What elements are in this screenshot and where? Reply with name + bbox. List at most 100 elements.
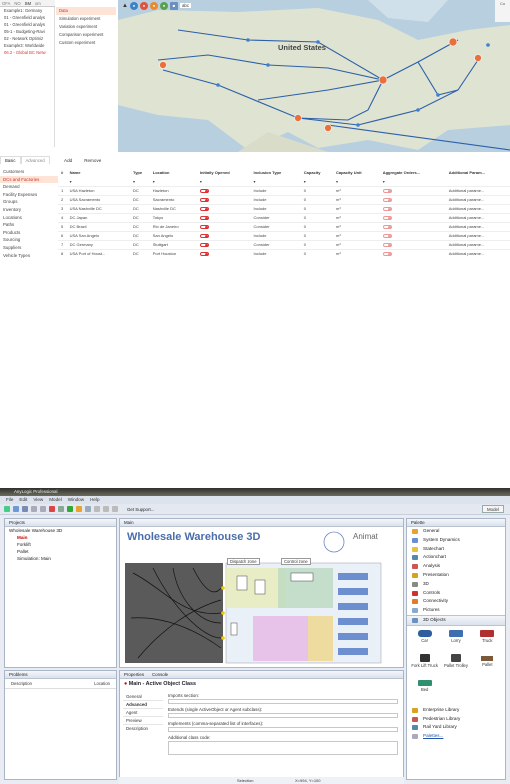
table-cell[interactable]: m³ bbox=[332, 212, 380, 222]
table-row[interactable]: 5 DC Brazil DC Rio de Janeiro Consider 0 m³ Add… bbox=[58, 221, 510, 231]
object-lorry[interactable]: Lorry bbox=[440, 629, 471, 653]
table-cell[interactable]: m³ bbox=[332, 203, 380, 213]
map-side-button[interactable]: Co bbox=[495, 0, 510, 22]
route-tool-icon[interactable]: ■ bbox=[169, 1, 178, 10]
enterprise-library[interactable]: Enterprise Library bbox=[407, 706, 505, 715]
col-header[interactable]: Location bbox=[150, 168, 197, 177]
table-cell[interactable]: DC bbox=[130, 185, 150, 195]
palette-tab[interactable]: Palette bbox=[407, 519, 505, 527]
undo-icon[interactable] bbox=[31, 506, 37, 512]
section-description[interactable]: Description bbox=[123, 725, 163, 732]
col-header[interactable]: # bbox=[58, 168, 67, 177]
table-cell[interactable]: USA Port of Houst... bbox=[66, 248, 131, 258]
palette-system-dynamics[interactable]: System Dynamics bbox=[407, 536, 505, 545]
additional-code-field[interactable] bbox=[168, 741, 398, 755]
initially-opened-toggle[interactable] bbox=[196, 221, 251, 231]
filter-icon[interactable]: ▾ bbox=[197, 177, 251, 186]
object-pallet-trolley[interactable]: Pallet Trolley bbox=[440, 654, 471, 678]
filter-icon[interactable]: ▾ bbox=[380, 177, 446, 186]
table-cell[interactable]: m³ bbox=[332, 239, 380, 249]
palette-controls[interactable]: Controls bbox=[407, 589, 505, 598]
initially-opened-toggle[interactable] bbox=[196, 230, 251, 240]
table-cell[interactable]: DC Brazil bbox=[66, 221, 131, 231]
tree-item-main[interactable]: Main bbox=[5, 534, 116, 541]
problems-col-description[interactable]: Description bbox=[11, 681, 32, 686]
experiment-item[interactable]: Variation experiment bbox=[56, 23, 116, 31]
aggregate-orders-toggle[interactable] bbox=[379, 212, 446, 222]
table-cell[interactable]: Additional parame... bbox=[445, 221, 510, 231]
toggle-switch[interactable] bbox=[382, 224, 392, 229]
supplier-tool-icon[interactable]: ● bbox=[159, 1, 168, 10]
table-cell[interactable]: 1 bbox=[58, 185, 67, 195]
scenario-item[interactable]: Example3: Worldwide bbox=[0, 42, 54, 49]
category-item[interactable]: Inventory bbox=[0, 206, 58, 214]
table-cell[interactable]: Tokyo bbox=[149, 212, 197, 222]
implements-field[interactable] bbox=[168, 727, 398, 732]
category-item[interactable]: Suppliers bbox=[0, 244, 58, 252]
initially-opened-toggle[interactable] bbox=[196, 212, 251, 222]
table-cell[interactable]: 4 bbox=[58, 212, 67, 222]
toggle-switch[interactable] bbox=[382, 197, 392, 202]
initially-opened-toggle[interactable] bbox=[196, 239, 251, 249]
section-preview[interactable]: Preview bbox=[123, 717, 163, 725]
object-car[interactable]: Car bbox=[409, 629, 440, 653]
projects-tab[interactable]: Projects bbox=[5, 519, 116, 527]
table-cell[interactable]: DC Germany bbox=[66, 239, 131, 249]
debug-icon[interactable] bbox=[76, 506, 82, 512]
delete-icon[interactable] bbox=[49, 506, 55, 512]
experiment-item[interactable]: Custom experiment bbox=[56, 39, 116, 47]
table-cell[interactable]: Rio de Janeiro bbox=[149, 221, 197, 231]
filter-icon[interactable]: ▾ bbox=[251, 177, 301, 186]
editor-canvas[interactable]: Wholesale Warehouse 3D Animat Dispatch z… bbox=[123, 528, 402, 666]
toggle-switch[interactable] bbox=[382, 242, 392, 247]
table-cell[interactable]: DC bbox=[130, 212, 150, 222]
col-header[interactable]: Inclusion Type bbox=[251, 168, 301, 177]
factory-tool-icon[interactable]: ● bbox=[149, 1, 158, 10]
col-header[interactable]: Additional Param... bbox=[446, 168, 510, 177]
filter-icon[interactable]: ▾ bbox=[150, 177, 197, 186]
object-pallet[interactable]: Pallet bbox=[472, 654, 503, 678]
extends-field[interactable] bbox=[168, 713, 398, 718]
tab-properties[interactable]: Properties bbox=[124, 671, 144, 678]
initially-opened-toggle[interactable] bbox=[196, 203, 251, 213]
menu-window[interactable]: Window bbox=[68, 496, 84, 504]
table-row[interactable]: 7 DC Germany DC Stuttgart Consider 0 m³ Additio… bbox=[58, 239, 510, 249]
problems-col-location[interactable]: Location bbox=[94, 681, 110, 686]
table-cell[interactable]: Additional parame... bbox=[445, 248, 510, 258]
menu-edit[interactable]: Edit bbox=[19, 496, 27, 504]
toggle-switch[interactable] bbox=[199, 233, 209, 238]
toggle-switch[interactable] bbox=[199, 224, 209, 229]
table-cell[interactable]: Consider bbox=[250, 239, 301, 249]
aggregate-orders-toggle[interactable] bbox=[379, 185, 446, 195]
col-header[interactable]: Name bbox=[67, 168, 130, 177]
table-row[interactable]: 4 DC Japan DC Tokyo Consider 0 m³ Additional pa… bbox=[58, 212, 510, 222]
add-button[interactable]: Add bbox=[64, 156, 72, 166]
table-cell[interactable]: Include bbox=[250, 185, 301, 195]
table-cell[interactable]: Additional parame... bbox=[445, 212, 510, 222]
initially-opened-toggle[interactable] bbox=[196, 194, 251, 204]
scenario-item[interactable]: 02 - Network Optimiz bbox=[0, 35, 54, 42]
text-tool[interactable]: abc bbox=[179, 3, 192, 8]
palette-presentation[interactable]: Presentation bbox=[407, 571, 505, 580]
table-cell[interactable]: 3 bbox=[58, 203, 67, 213]
palette-3d-objects[interactable]: 3D Objects bbox=[407, 614, 505, 626]
palette-actionchart[interactable]: Actionchart bbox=[407, 553, 505, 562]
table-cell[interactable]: Include bbox=[250, 248, 301, 258]
toggle-switch[interactable] bbox=[199, 215, 209, 220]
tree-item-pallet[interactable]: Pallet bbox=[5, 548, 116, 555]
aggregate-orders-toggle[interactable] bbox=[379, 248, 446, 258]
palette-connectivity[interactable]: Connectivity bbox=[407, 597, 505, 606]
scenario-item[interactable]: 05-1 - Budgeting-Ravi bbox=[0, 28, 54, 35]
table-cell[interactable]: USA Sacramento bbox=[66, 194, 131, 204]
build-icon[interactable] bbox=[58, 506, 64, 512]
initially-opened-toggle[interactable] bbox=[196, 185, 251, 195]
category-item[interactable]: Vehicle Types bbox=[0, 252, 58, 260]
toggle-switch[interactable] bbox=[382, 215, 392, 220]
toggle-switch[interactable] bbox=[199, 206, 209, 211]
category-item[interactable]: Locations bbox=[0, 214, 58, 222]
toggle-switch[interactable] bbox=[199, 242, 209, 247]
redo-icon[interactable] bbox=[40, 506, 46, 512]
scenario-tab[interactable]: om bbox=[33, 0, 43, 7]
editor-tab-main[interactable]: Main bbox=[120, 519, 403, 527]
remove-button[interactable]: Remove bbox=[84, 156, 101, 166]
